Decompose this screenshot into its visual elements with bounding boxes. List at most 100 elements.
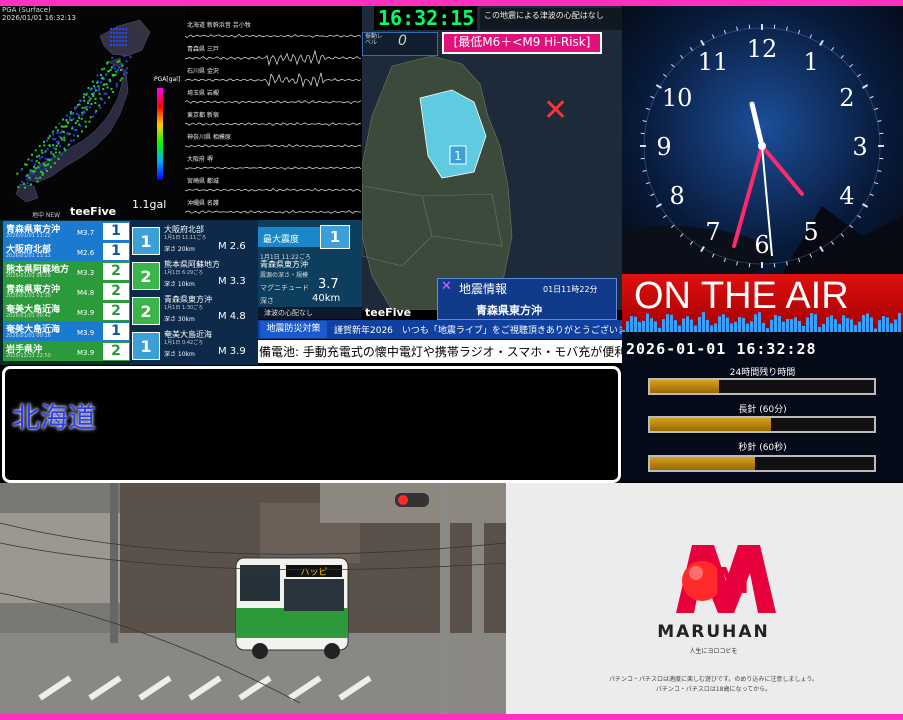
station-dot	[116, 85, 118, 87]
station-dot	[85, 121, 87, 123]
intensity-level-value: 0	[398, 33, 407, 49]
waveform-label: 埼玉県 岩槻	[187, 88, 219, 97]
station-dot	[36, 156, 38, 158]
station-dot	[59, 151, 61, 153]
waveform-trace	[185, 211, 361, 214]
audio-bar	[702, 312, 705, 334]
station-dot	[111, 88, 113, 90]
station-dot	[21, 181, 23, 183]
progress-track-24h	[648, 378, 876, 395]
station-dot	[61, 131, 63, 133]
station-dot	[74, 108, 76, 110]
station-dot	[27, 158, 29, 160]
station-dot	[118, 67, 120, 69]
waveform-panel: 北海道 新幹浜音 芸小牧 青森県 三戸 石川県 金沢 埼玉県 岩槻 東京都 新宿…	[185, 6, 362, 220]
bottom-frame-border	[0, 714, 903, 720]
station-dot	[111, 66, 113, 68]
station-dot	[83, 112, 85, 114]
station-dot	[36, 181, 38, 183]
bus-destination-sign: ハッピ	[300, 567, 327, 578]
history-row[interactable]: 熊本県阿蘇地方 2026/01/01 06:29 M3.3 2	[3, 261, 130, 281]
quake-info-x-icon: ✕	[441, 279, 452, 294]
magnitude-label: マグニチュード	[260, 283, 309, 293]
station-dot	[108, 79, 110, 81]
detail-mag: M 4.8	[218, 311, 246, 322]
station-dot	[110, 44, 112, 46]
station-dot	[52, 133, 54, 135]
station-dot	[100, 74, 102, 76]
station-dot	[98, 88, 100, 90]
station-dot	[43, 141, 45, 143]
history-row[interactable]: 大阪府北部 2026/01/01 11:11 M2.6 1	[3, 241, 130, 261]
station-dot	[116, 36, 118, 38]
station-dot	[113, 40, 115, 42]
map-timestamp: 2026/01/01 16:32:13	[2, 14, 76, 22]
station-dot	[83, 96, 85, 98]
station-dot	[53, 155, 55, 157]
station-dot	[58, 122, 60, 124]
waveform-trace	[185, 167, 361, 170]
station-dot	[47, 158, 49, 160]
station-dot	[103, 78, 105, 80]
detail-time: 1月1日 1:30ごろ	[164, 304, 203, 311]
station-dot	[87, 87, 89, 89]
history-row[interactable]: 奄美大島近海 2026/01/01 00:42 M3.9 2	[3, 301, 130, 321]
current-time: 16:32:15	[378, 6, 474, 30]
waveform-trace	[185, 35, 361, 38]
detail-mag: M 3.9	[218, 346, 246, 357]
epicenter-marker-icon: ✕	[543, 93, 568, 128]
station-dot	[101, 68, 103, 70]
clock-number: 9	[656, 133, 671, 161]
clock-tick	[850, 64, 853, 67]
station-dot	[90, 103, 92, 105]
analog-clock: 12 1234567891011	[622, 6, 903, 274]
detail-card[interactable]: 1 大阪府北部 1月1日 11:11ごろ 深さ 20km M 2.6	[132, 222, 256, 257]
history-row[interactable]: 青森県東方沖 2026/01/01 01:30 M4.8 2	[3, 281, 130, 301]
station-dot	[40, 171, 42, 173]
station-dot	[118, 60, 120, 62]
clock-number: 12	[747, 35, 778, 63]
station-dot	[27, 182, 29, 184]
station-dot	[110, 40, 112, 42]
station-dot	[89, 121, 91, 123]
history-date: 2026/01/01 00:42	[6, 313, 51, 319]
station-dot	[77, 104, 79, 106]
pga-color-scale	[157, 88, 163, 180]
station-dot	[30, 169, 32, 171]
street-camera-feed: ハッピ	[0, 483, 506, 714]
detail-time: 1月1日 0:42ごろ	[164, 339, 203, 346]
station-dot	[36, 160, 38, 162]
audio-bar	[866, 313, 869, 334]
station-dot	[23, 183, 25, 185]
detail-card[interactable]: 2 青森県東方沖 1月1日 1:30ごろ 深さ 30km M 4.8	[132, 292, 256, 327]
quake-history-list: 青森県東方沖 2026/01/01 11:22 M3.7 1 大阪府北部 202…	[0, 220, 130, 365]
detail-card[interactable]: 1 奄美大島近海 1月1日 0:42ごろ 深さ 10km M 3.9	[132, 327, 256, 362]
station-dot	[68, 144, 70, 146]
detail-card[interactable]: 2 熊本県阿蘇地方 1月1日 6:29ごろ 深さ 10km M 3.3	[132, 257, 256, 292]
clock-tick	[870, 194, 874, 196]
station-dot	[108, 96, 110, 98]
station-dot	[87, 102, 89, 104]
station-dot	[94, 87, 96, 89]
ad-notice: パチンコ・パチスロは適度に楽しむ遊びです。のめり込みに注意しましょう。	[506, 674, 903, 683]
station-dot	[70, 140, 72, 142]
waveform-trace	[185, 101, 361, 104]
station-dot	[38, 162, 40, 164]
station-dot	[41, 156, 43, 158]
waveform-trace	[185, 145, 361, 148]
history-row[interactable]: 青森県東方沖 2026/01/01 11:22 M3.7 1	[3, 221, 130, 241]
history-row[interactable]: 奄美大島近海 2026/01/01 00:16 M3.9 1	[3, 321, 130, 341]
detail-shindo: 1	[132, 227, 160, 255]
station-dot	[125, 32, 127, 34]
station-dot	[50, 166, 52, 168]
clock-number: 3	[852, 133, 867, 161]
max-intensity-value: 1	[320, 225, 350, 249]
detail-mag: M 2.6	[218, 241, 246, 252]
station-dot	[47, 148, 49, 150]
history-date: 2026/01/01 11:11	[6, 253, 51, 259]
waveform-label: 石川県 金沢	[187, 66, 219, 75]
station-dot	[72, 118, 74, 120]
station-dot	[125, 44, 127, 46]
station-dot	[52, 131, 54, 133]
history-row[interactable]: 岩手県沖 2025/12/31 22:50 M3.9 2	[3, 341, 130, 361]
